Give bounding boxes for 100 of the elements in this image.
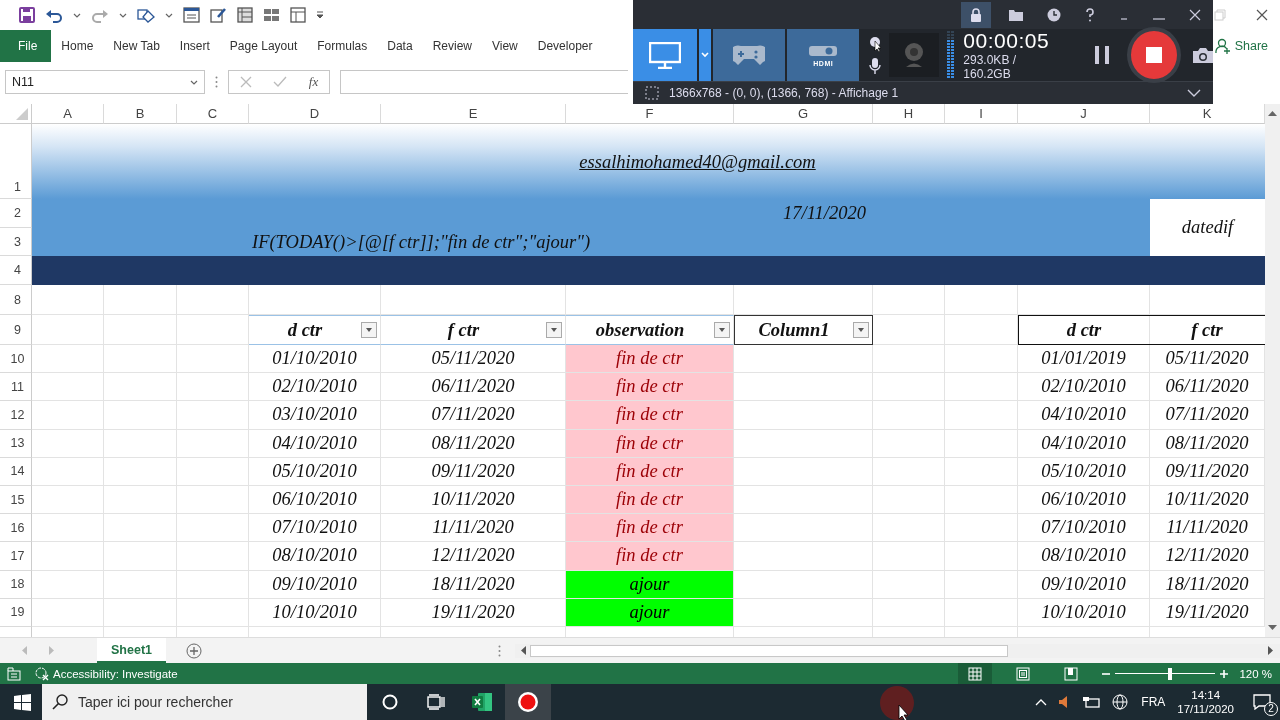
row-header[interactable]: 15 — [0, 485, 32, 515]
customize-icon[interactable] — [316, 11, 324, 19]
column-header[interactable]: J — [1018, 104, 1150, 124]
grid-icon[interactable] — [263, 8, 280, 22]
search-field[interactable]: Taper ici pour rechercher — [42, 684, 367, 720]
ribbon-tab[interactable]: View — [482, 30, 528, 62]
column-header[interactable]: H — [873, 104, 945, 124]
filter-button[interactable] — [546, 322, 562, 338]
formula-input[interactable] — [340, 70, 628, 94]
scroll-down-icon[interactable] — [1268, 625, 1277, 631]
filter-button[interactable] — [714, 322, 730, 338]
column-header[interactable]: A — [32, 104, 104, 124]
row-header[interactable]: 13 — [0, 429, 32, 458]
caret-icon — [365, 327, 373, 333]
column-header[interactable]: E — [381, 104, 566, 124]
ribbon-tab[interactable]: Home — [51, 30, 104, 62]
caret-icon[interactable] — [190, 79, 198, 86]
table-cell: fin de ctr — [566, 514, 734, 543]
check-icon[interactable] — [273, 76, 288, 88]
ribbon-tab[interactable]: New Tab — [103, 30, 170, 62]
chevron-down-icon[interactable] — [1187, 89, 1201, 98]
shapes-icon[interactable] — [137, 7, 155, 23]
filter-button[interactable] — [853, 322, 869, 338]
column-header[interactable]: B — [104, 104, 177, 124]
ribbon-tab[interactable]: Page Layout — [219, 30, 308, 62]
clock-time[interactable]: 14:14 — [1191, 689, 1221, 701]
folder-icon[interactable] — [1009, 8, 1023, 21]
share-button[interactable]: Share — [1214, 38, 1268, 54]
table-cell: 09/10/2010 — [249, 570, 381, 599]
mode-button[interactable] — [633, 29, 698, 82]
battery-icon[interactable] — [1083, 695, 1102, 709]
row-header[interactable]: 17 — [0, 542, 32, 571]
sheet-tab[interactable]: Sheet1 — [97, 638, 166, 663]
scroll-right-icon[interactable] — [1268, 646, 1274, 655]
row-header[interactable]: 18 — [0, 570, 32, 599]
filter-button[interactable] — [361, 322, 377, 338]
column-header[interactable]: D — [249, 104, 381, 124]
clock-date[interactable]: 17/11/2020 — [1177, 703, 1234, 715]
row-header[interactable]: 8 — [0, 285, 32, 315]
taskbar-button[interactable] — [505, 684, 551, 720]
globe-icon[interactable] — [1112, 694, 1129, 710]
row-header[interactable]: 10 — [0, 345, 32, 374]
windows-start-icon[interactable] — [14, 693, 31, 711]
undo-icon[interactable] — [45, 7, 63, 23]
close-icon[interactable] — [1256, 9, 1268, 21]
row-header[interactable]: 12 — [0, 401, 32, 430]
row-header[interactable]: 16 — [0, 514, 32, 543]
view-button[interactable] — [958, 663, 993, 684]
scrollbar-thumb[interactable] — [530, 644, 1008, 657]
sheet-stats-icon[interactable] — [7, 666, 21, 681]
form-icon[interactable] — [183, 7, 200, 23]
pencil-icon[interactable] — [210, 7, 227, 23]
save-icon[interactable] — [19, 7, 35, 23]
selection-icon[interactable] — [645, 86, 659, 101]
table-cell: 03/10/2010 — [249, 401, 381, 430]
row-header[interactable]: 9 — [0, 315, 32, 345]
ribbon-tab[interactable]: Formulas — [307, 30, 378, 62]
ribbon-tab[interactable]: Data — [377, 30, 423, 62]
camera-icon[interactable] — [1193, 47, 1213, 64]
language-indicator[interactable]: FRA — [1141, 695, 1166, 709]
scroll-left-icon[interactable] — [521, 646, 527, 655]
table-icon[interactable] — [237, 7, 253, 23]
table-cell: fin de ctr — [566, 345, 734, 374]
column-header[interactable]: F — [566, 104, 734, 124]
column-header[interactable]: G — [734, 104, 873, 124]
row-header[interactable]: 14 — [0, 457, 32, 486]
insert-function-button[interactable]: fx — [308, 74, 319, 90]
column-header[interactable]: I — [945, 104, 1018, 124]
help-icon[interactable] — [1085, 7, 1095, 22]
table-cell: 06/10/2010 — [249, 485, 381, 515]
vertical-scrollbar[interactable] — [1265, 104, 1280, 637]
name-box[interactable]: N11 — [5, 70, 205, 94]
table-cell: 04/10/2010 — [1018, 429, 1150, 458]
file-tab[interactable]: File — [0, 30, 52, 62]
ribbon-tab[interactable]: Review — [422, 30, 482, 62]
caret-icon[interactable] — [119, 11, 127, 19]
clock-icon[interactable] — [1047, 7, 1061, 22]
column-header[interactable]: C — [177, 104, 249, 124]
zoom-in-icon[interactable] — [1220, 669, 1229, 678]
pause-icon[interactable] — [1094, 46, 1109, 65]
lock-button[interactable] — [961, 1, 991, 28]
scroll-up-icon[interactable] — [1268, 110, 1277, 116]
zoom-level[interactable]: 120 % — [1239, 667, 1272, 680]
accessibility-button[interactable]: Accessibility: Investigate — [35, 666, 178, 681]
slider-thumb[interactable] — [1168, 667, 1173, 680]
column-header[interactable]: K — [1150, 104, 1265, 124]
ribbon-tab[interactable]: Developer — [527, 30, 603, 62]
ribbon-tab[interactable]: Insert — [169, 30, 220, 62]
caret-icon[interactable] — [165, 11, 173, 19]
email-link[interactable]: essalhimohamed40@gmail.com — [579, 152, 816, 173]
row-header[interactable]: 19 — [0, 598, 32, 627]
caret-icon[interactable] — [73, 11, 81, 19]
add-sheet-icon[interactable] — [186, 642, 202, 659]
normal-view-icon — [968, 666, 983, 681]
cursor-icon[interactable] — [869, 36, 884, 53]
layout-icon[interactable] — [290, 7, 306, 23]
mode-button[interactable] — [713, 29, 786, 82]
chevron-up-icon[interactable] — [1035, 698, 1048, 706]
microphone-icon[interactable] — [869, 58, 882, 75]
row-header[interactable]: 11 — [0, 373, 32, 402]
